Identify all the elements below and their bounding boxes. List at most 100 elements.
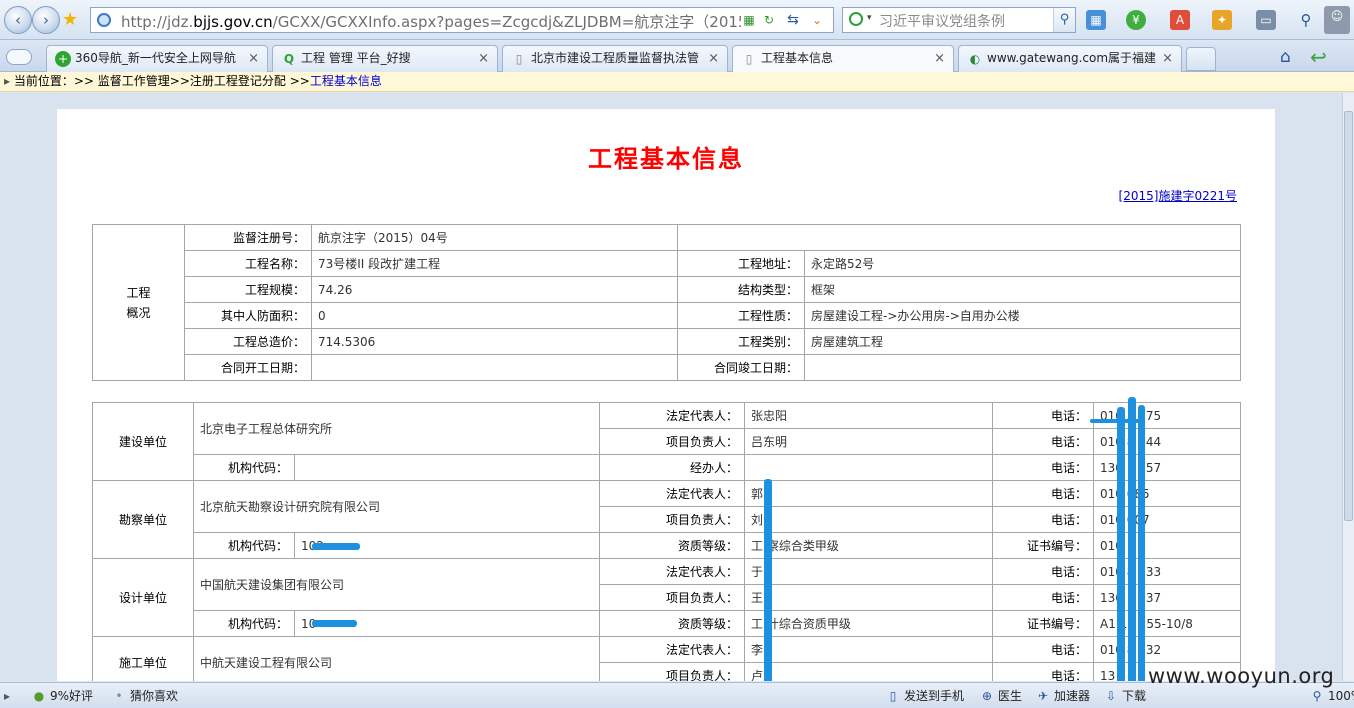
- user-avatar-icon[interactable]: ☺: [1324, 6, 1350, 34]
- zoom-icon[interactable]: ⚲: [1296, 10, 1316, 30]
- tab-label: www.gatewang.com属于福建: [987, 51, 1157, 65]
- overview-section-label: 工程 概况: [92, 224, 185, 381]
- tab-360-nav[interactable]: + 360导航_新一代安全上网导航 ×: [46, 45, 268, 72]
- accelerator-item[interactable]: ✈ 加速器: [1036, 687, 1090, 705]
- field-label: 资质等级：: [599, 610, 746, 637]
- field-label: 结构类型：: [677, 276, 805, 303]
- unit-section-label: 勘察单位: [92, 480, 194, 559]
- field-label: 资质等级：: [599, 532, 746, 559]
- close-icon[interactable]: ×: [478, 46, 489, 71]
- apps-grid-icon[interactable]: ▦: [1086, 10, 1106, 30]
- close-icon[interactable]: ×: [708, 46, 719, 71]
- breadcrumb-current[interactable]: 工程基本信息: [310, 74, 382, 88]
- doctor-item[interactable]: ⊕ 医生: [980, 687, 1022, 705]
- favorite-star-icon[interactable]: ★: [62, 9, 78, 30]
- close-icon[interactable]: ×: [248, 46, 259, 71]
- field-value: 010 007: [1093, 506, 1242, 533]
- search-engine-icon[interactable]: [849, 12, 863, 26]
- table-row: 工程总造价： 714.5306 工程类别： 房屋建筑工程: [93, 328, 1241, 355]
- location-prefix: 当前位置：: [13, 74, 74, 88]
- rating-label: 9%好评: [50, 689, 94, 703]
- dot-icon: •: [115, 689, 123, 703]
- 360-icon: +: [55, 51, 71, 67]
- units-table: 建设单位 北京电子工程总体研究所 法定代表人： 张忠阳 电话： 010 3 77…: [92, 402, 1242, 681]
- field-label: 机构代码：: [193, 454, 295, 481]
- tab-label: 工程 管理 平台_好搜: [301, 51, 411, 65]
- field-label: 电话：: [992, 454, 1095, 481]
- search-input[interactable]: 习近平审议党组条例: [879, 11, 1005, 31]
- field-label: 工程名称：: [184, 250, 312, 277]
- refresh-icon[interactable]: ↻: [761, 12, 777, 28]
- permit-link[interactable]: [2015]施建字0221号: [1119, 187, 1237, 204]
- url-input[interactable]: http://jdz.bjjs.gov.cn/GCXX/GCXXInfo.asp…: [90, 7, 834, 33]
- back-button[interactable]: ‹: [4, 6, 32, 34]
- field-label: 项目负责人：: [599, 584, 746, 611]
- undo-close-icon[interactable]: ↩: [1310, 45, 1327, 69]
- status-left-icon[interactable]: ▸: [4, 687, 10, 705]
- chevron-down-icon[interactable]: ▾: [867, 13, 872, 23]
- vertical-scrollbar[interactable]: [1342, 93, 1354, 681]
- home-icon[interactable]: ⌂: [1280, 47, 1291, 67]
- finance-icon[interactable]: ¥: [1126, 10, 1146, 30]
- close-icon[interactable]: ×: [1162, 46, 1173, 71]
- search-icon[interactable]: ⚲: [1053, 8, 1075, 32]
- new-tab-button[interactable]: [1186, 47, 1216, 71]
- field-value: 010 1: [1093, 532, 1242, 559]
- tab-gatewang[interactable]: ◐ www.gatewang.com属于福建 ×: [958, 45, 1182, 72]
- field-value: 框架: [804, 276, 1241, 303]
- url-text[interactable]: http://jdz.bjjs.gov.cn/GCXX/GCXXInfo.asp…: [121, 11, 741, 32]
- field-label: 工程规模：: [184, 276, 312, 303]
- unit-section-label: 设计单位: [92, 558, 194, 637]
- table-row: 工程规模： 74.26 结构类型： 框架: [93, 276, 1241, 303]
- field-value: 卢: [744, 662, 994, 681]
- search-box[interactable]: ▾ 习近平审议党组条例 ⚲: [842, 7, 1076, 33]
- forward-button[interactable]: ›: [32, 6, 60, 34]
- tools-icon[interactable]: ✦: [1212, 10, 1232, 30]
- tab-label: 360导航_新一代安全上网导航: [75, 51, 236, 65]
- address-toolbar: ‹ › ★ http://jdz.bjjs.gov.cn/GCXX/GCXXIn…: [0, 0, 1354, 40]
- table-row: 机构代码： 10 资质等级： 工 计综合资质甲级 证书编号： A1 10 255…: [93, 610, 1242, 637]
- screenshot-icon[interactable]: ▭: [1256, 10, 1276, 30]
- tab-bj-quality[interactable]: ▯ 北京市建设工程质量监督执法管 ×: [502, 45, 728, 72]
- table-row: 设计单位 中国航天建设集团有限公司 法定代表人： 于 电话： 010 8 133: [92, 558, 1242, 637]
- overview-table: 工程 概况 监督注册号： 航京注字（2015）04号 工程名称： 73号楼II …: [92, 224, 1241, 381]
- rating-item[interactable]: ● 9%好评: [32, 687, 93, 705]
- download-label: 下载: [1122, 689, 1147, 703]
- tab-haosou[interactable]: Q 工程 管理 平台_好搜 ×: [272, 45, 498, 72]
- field-value: 73号楼II 段改扩建工程: [311, 250, 678, 277]
- tab-label: 北京市建设工程质量监督执法管: [531, 51, 700, 65]
- field-label: 工程性质：: [677, 302, 805, 329]
- qr-icon[interactable]: ▦: [741, 12, 757, 28]
- close-icon[interactable]: ×: [934, 46, 945, 71]
- field-label: 机构代码：: [193, 532, 295, 559]
- table-row: 工程 概况 监督注册号： 航京注字（2015）04号: [92, 224, 1241, 381]
- table-row: 机构代码： 经办人： 电话： 130 1 057: [93, 454, 1242, 481]
- breadcrumb-path[interactable]: >> 监督工作管理>>注册工程登记分配 >>: [74, 74, 310, 88]
- zoom-item[interactable]: ⚲ 100%: [1310, 687, 1354, 705]
- field-value: 房屋建设工程->办公用房->自用办公楼: [804, 302, 1241, 329]
- scrollbar-thumb[interactable]: [1344, 111, 1353, 521]
- guess-label: 猜你喜欢: [130, 689, 179, 703]
- table-row: 其中人防面积： 0 工程性质： 房屋建设工程->办公用房->自用办公楼: [93, 302, 1241, 329]
- field-value: 010 8 832: [1093, 636, 1242, 663]
- send-phone-item[interactable]: ▯ 发送到手机: [886, 687, 964, 705]
- field-label: 机构代码：: [193, 610, 295, 637]
- translate-icon[interactable]: A: [1170, 10, 1190, 30]
- field-value: 74.26: [311, 276, 678, 303]
- page-icon: ▯: [515, 52, 523, 66]
- redaction-mark: [312, 543, 360, 550]
- download-item[interactable]: ⇩ 下载: [1104, 687, 1146, 705]
- guess-item[interactable]: • 猜你喜欢: [112, 687, 178, 705]
- dropdown-icon[interactable]: ⌄: [809, 12, 825, 28]
- cloud-icon[interactable]: [6, 49, 32, 65]
- tab-project-info[interactable]: ▯ 工程基本信息 ×: [732, 45, 954, 73]
- company-name: 北京电子工程总体研究所: [192, 402, 601, 455]
- field-label: 合同开工日期：: [184, 354, 312, 381]
- redaction-mark: [1090, 419, 1140, 423]
- compat-mode-icon[interactable]: ⇆: [785, 12, 801, 28]
- field-value: 郭: [744, 480, 994, 507]
- melon-icon: ●: [33, 689, 45, 703]
- field-value: 010 085: [1093, 480, 1242, 507]
- field-value: 714.5306: [311, 328, 678, 355]
- field-value: 吕东明: [744, 428, 994, 455]
